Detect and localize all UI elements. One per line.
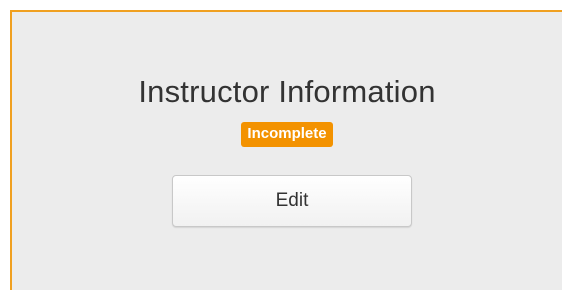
edit-button[interactable]: Edit: [172, 175, 412, 227]
section-title: Instructor Information: [138, 74, 436, 109]
instructor-info-panel: Instructor Information Incomplete Edit: [10, 10, 562, 290]
status-badge-wrapper: Incomplete: [12, 122, 562, 147]
status-badge: Incomplete: [241, 122, 333, 147]
